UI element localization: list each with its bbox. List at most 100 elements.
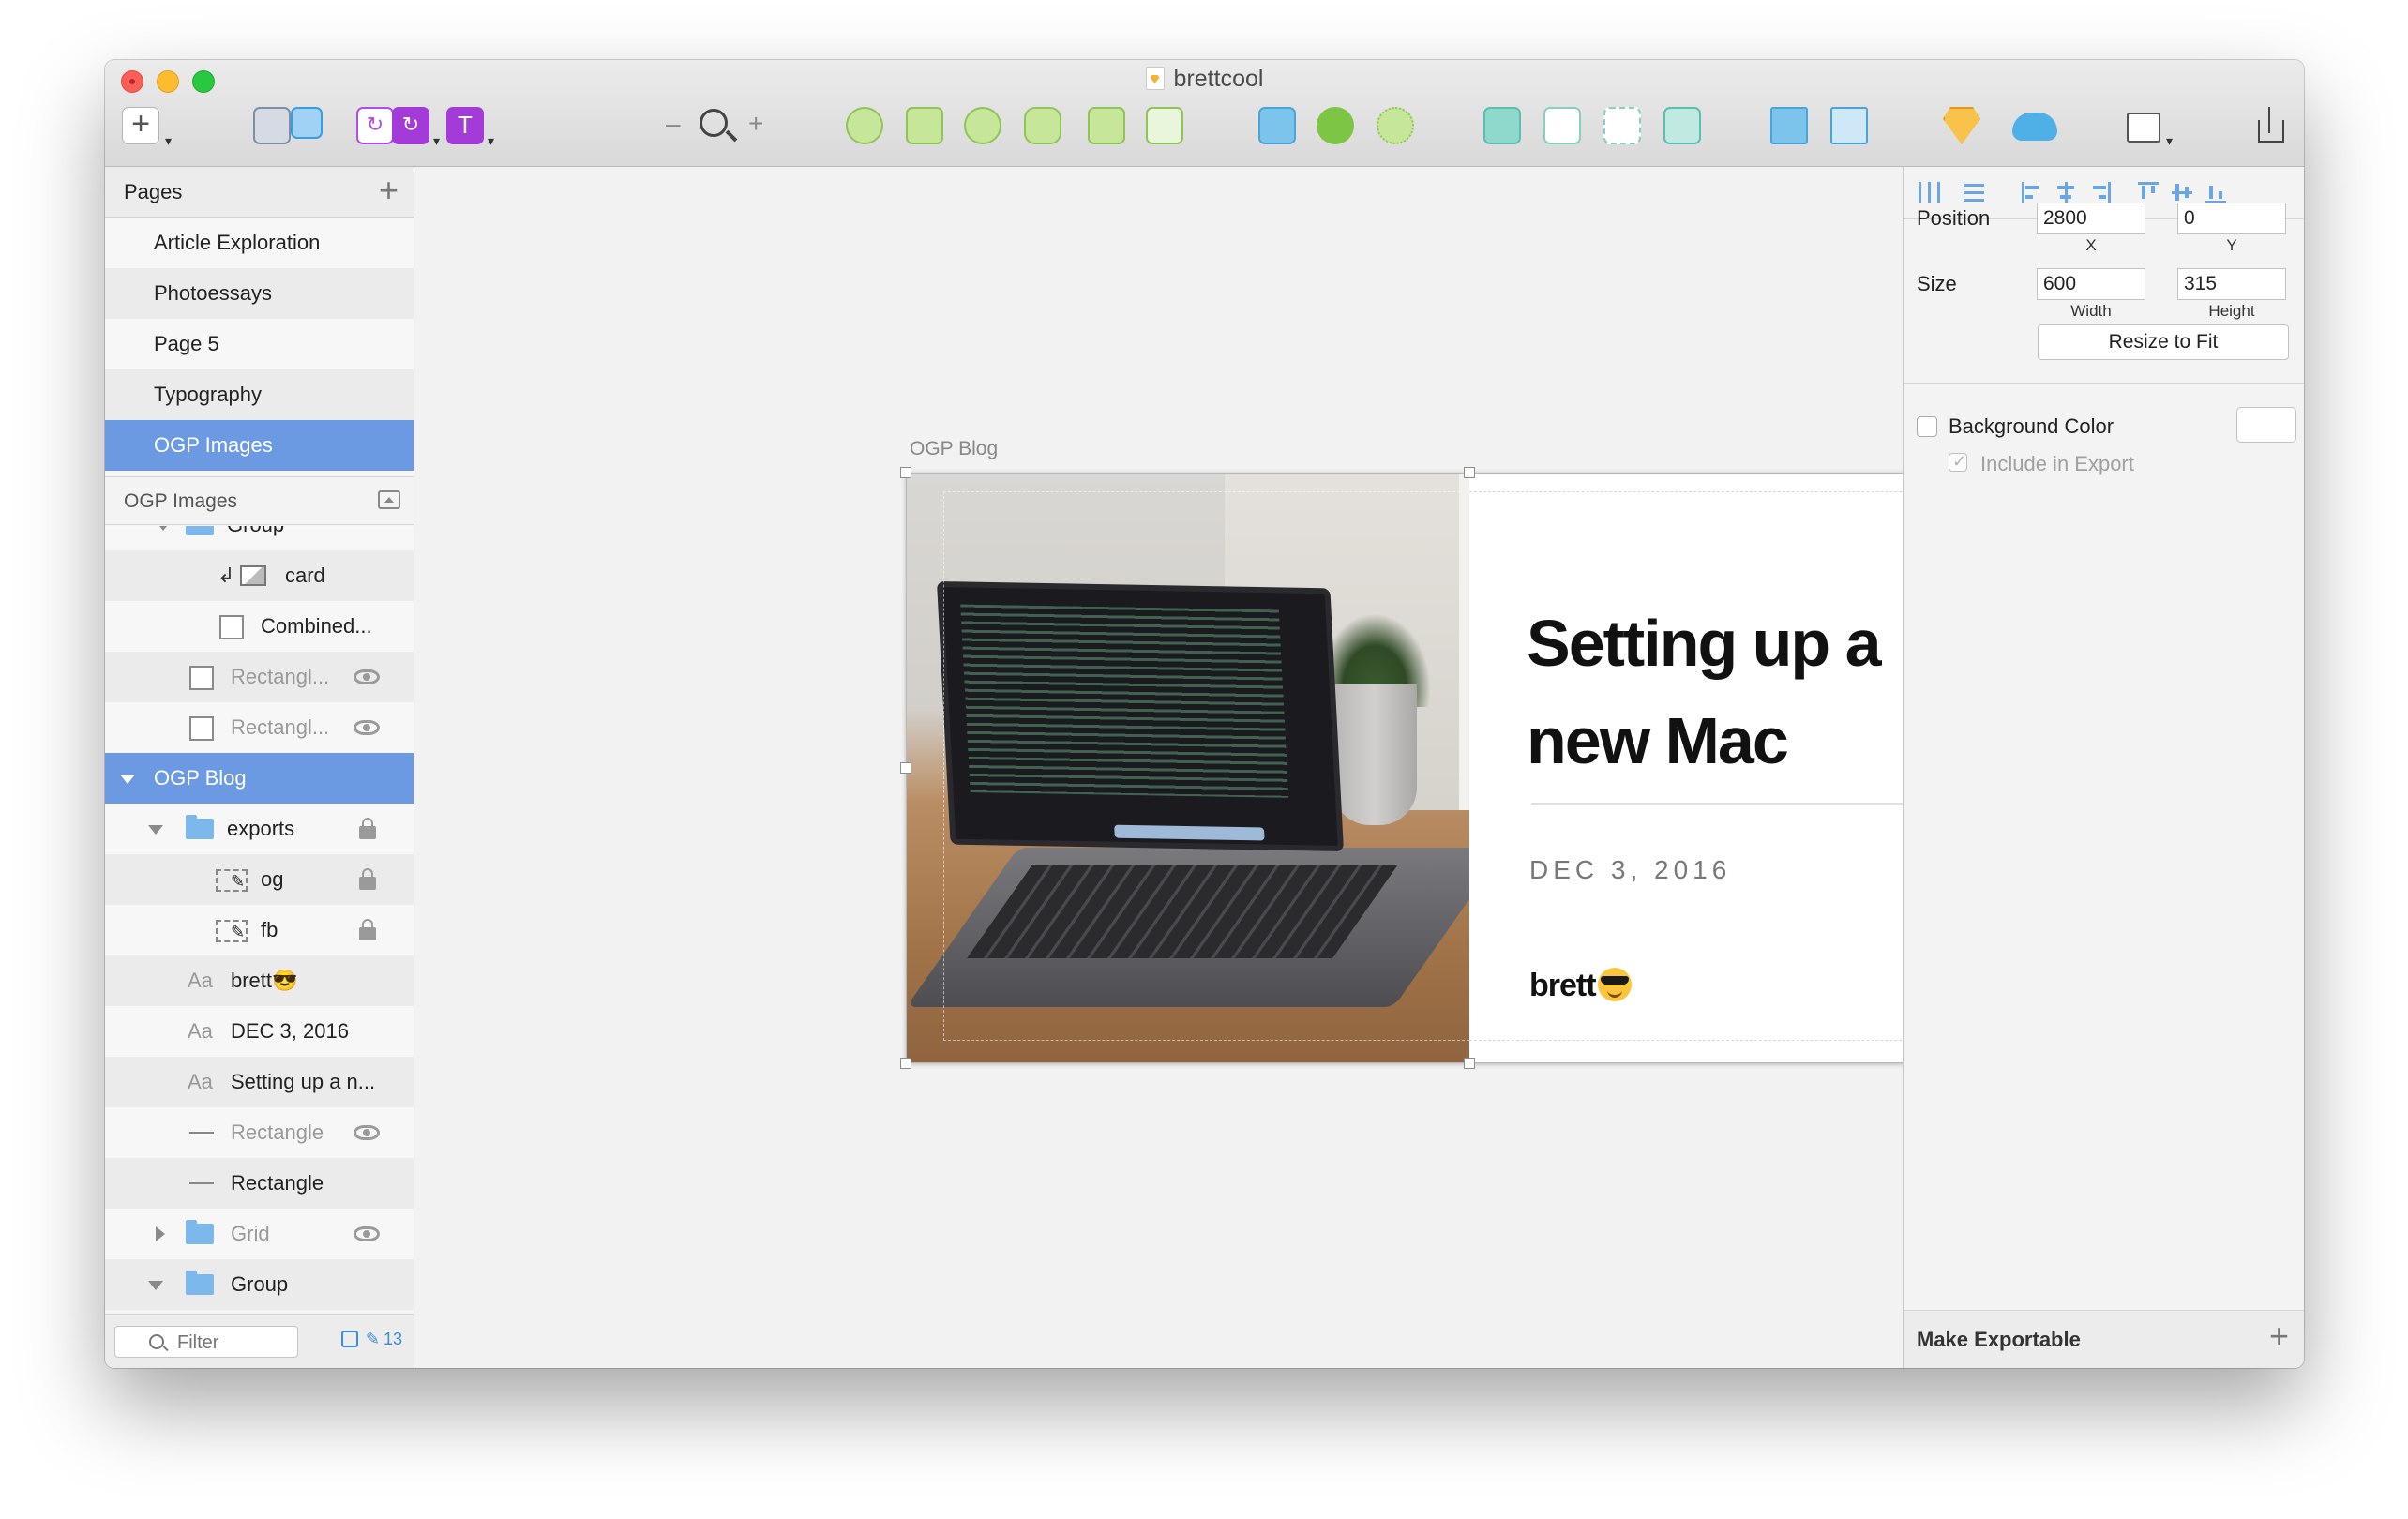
distribute-vertical-icon[interactable]	[1962, 180, 1986, 204]
layer-row[interactable]: Combined...	[105, 601, 414, 652]
page-item-selected[interactable]: OGP Images	[105, 420, 414, 471]
disclosure-triangle-icon[interactable]	[120, 775, 135, 784]
canvas[interactable]: OGP Blog Setting up a new Mac DEC 3, 201…	[415, 167, 2039, 1368]
visibility-eye-icon[interactable]	[354, 1226, 380, 1241]
symbols-dropdown-icon[interactable]: ▾	[433, 133, 440, 149]
filter-field[interactable]	[114, 1326, 298, 1358]
background-color-well[interactable]	[2236, 407, 2296, 443]
page-item[interactable]: Typography	[105, 369, 414, 420]
insert-dropdown-icon[interactable]: ▾	[165, 133, 172, 149]
align-top-icon[interactable]	[2136, 180, 2160, 204]
layer-row[interactable]: Aa brett😎	[105, 955, 414, 1006]
layer-row[interactable]: ↲ card	[105, 550, 414, 601]
text-tool-icon[interactable]: T	[446, 107, 484, 144]
zoom-in-icon[interactable]: +	[748, 109, 763, 139]
resize-handle[interactable]	[1464, 467, 1475, 478]
forward-icon[interactable]	[1483, 107, 1521, 144]
lock-icon[interactable]	[359, 919, 376, 940]
mask-icon[interactable]	[1088, 107, 1125, 144]
height-field[interactable]	[2177, 268, 2286, 300]
edit-icon[interactable]	[846, 107, 883, 144]
create-symbol-icon[interactable]: ↻	[356, 107, 394, 144]
symbols-icon[interactable]: ↻	[392, 107, 429, 144]
exclude-icon[interactable]	[1663, 107, 1701, 144]
width-field[interactable]	[2037, 268, 2145, 300]
view-panel-icon[interactable]	[2127, 113, 2160, 143]
visibility-eye-icon[interactable]	[354, 669, 380, 684]
layer-row[interactable]: og	[105, 854, 414, 905]
page-item[interactable]: Photoessays	[105, 268, 414, 319]
layer-row[interactable]: Aa Setting up a n...	[105, 1057, 414, 1107]
cloud-upload-icon[interactable]	[2012, 113, 2057, 141]
add-page-icon[interactable]: +	[379, 171, 399, 210]
difference-icon[interactable]	[1603, 107, 1641, 144]
lock-icon[interactable]	[359, 868, 376, 890]
zoom-out-icon[interactable]: –	[666, 109, 681, 139]
layer-row[interactable]: exports	[105, 804, 414, 854]
layer-row[interactable]: Group	[105, 1259, 414, 1310]
group-icon[interactable]	[253, 107, 291, 144]
y-position-field[interactable]	[2177, 203, 2286, 234]
resize-to-fit-button[interactable]: Resize to Fit	[2038, 324, 2289, 360]
send-backward-icon[interactable]	[1830, 107, 1868, 144]
view-dropdown-icon[interactable]: ▾	[2166, 133, 2173, 149]
scale-icon[interactable]	[1146, 107, 1183, 144]
disclosure-triangle-icon[interactable]	[148, 825, 163, 835]
artboard-title[interactable]: OGP Blog	[910, 438, 998, 460]
align-middle-icon[interactable]	[2170, 180, 2194, 204]
text-dropdown-icon[interactable]: ▾	[488, 133, 494, 149]
artboard-ogp-blog[interactable]: Setting up a new Mac DEC 3, 2016 brett	[900, 467, 2039, 1069]
brand-text[interactable]: brett	[1529, 968, 1632, 1004]
export-share-icon[interactable]	[2252, 107, 2290, 144]
disclosure-triangle-icon[interactable]	[156, 526, 171, 531]
filter-input[interactable]	[177, 1331, 290, 1355]
subtract-icon[interactable]	[1317, 107, 1354, 144]
ungroup-icon[interactable]	[291, 107, 323, 139]
layer-row[interactable]: fb	[105, 905, 414, 955]
align-center-icon[interactable]	[2054, 180, 2078, 204]
visibility-eye-icon[interactable]	[354, 720, 380, 735]
background-color-checkbox[interactable]	[1917, 416, 1937, 437]
layer-row-selected[interactable]: OGP Blog	[105, 753, 414, 804]
align-bottom-icon[interactable]	[2204, 180, 2228, 204]
page-item[interactable]: Page 5	[105, 319, 414, 369]
bring-forward-icon[interactable]	[1770, 107, 1808, 144]
divider-rectangle[interactable]	[1531, 803, 1910, 805]
layer-row[interactable]: Rectangl...	[105, 652, 414, 702]
sketch-cloud-icon[interactable]	[1943, 107, 1980, 144]
laptop-photo[interactable]	[906, 473, 1469, 1063]
insert-button[interactable]: +	[122, 107, 159, 144]
distribute-horizontal-icon[interactable]	[1917, 180, 1941, 204]
layer-row[interactable]: Grid	[105, 1209, 414, 1259]
date-text[interactable]: DEC 3, 2016	[1529, 855, 1731, 885]
layer-row[interactable]: Rectangle	[105, 1158, 414, 1209]
resize-handle[interactable]	[900, 1058, 911, 1069]
rotate-icon[interactable]	[964, 107, 1001, 144]
zoom-icon[interactable]	[700, 109, 728, 137]
disclosure-triangle-icon[interactable]	[156, 1226, 165, 1241]
resize-handle[interactable]	[900, 467, 911, 478]
x-position-field[interactable]	[2037, 203, 2145, 234]
resize-handle[interactable]	[1464, 1058, 1475, 1069]
page-item[interactable]: Article Exploration	[105, 218, 414, 268]
layer-row[interactable]: Group	[105, 526, 414, 550]
visibility-eye-icon[interactable]	[354, 1125, 380, 1140]
layer-row[interactable]: Aa DEC 3, 2016	[105, 1006, 414, 1057]
layer-row[interactable]: Rectangle	[105, 1107, 414, 1158]
flatten-icon[interactable]	[1024, 107, 1061, 144]
align-left-icon[interactable]	[2020, 180, 2044, 204]
include-in-export-checkbox[interactable]	[1949, 452, 1967, 472]
transform-icon[interactable]	[906, 107, 943, 144]
align-right-icon[interactable]	[2087, 180, 2112, 204]
copy-icon[interactable]	[340, 1331, 358, 1347]
backward-icon[interactable]	[1543, 107, 1581, 144]
pen-icon[interactable]: ✎	[366, 1330, 380, 1349]
disclosure-triangle-icon[interactable]	[148, 1281, 163, 1290]
intersect-icon[interactable]	[1377, 107, 1414, 144]
union-icon[interactable]	[1258, 107, 1296, 144]
resize-handle[interactable]	[900, 762, 911, 774]
layer-row[interactable]: Rectangl...	[105, 702, 414, 753]
add-export-icon[interactable]: +	[2269, 1316, 2289, 1356]
collapse-layers-icon[interactable]	[378, 490, 400, 509]
lock-icon[interactable]	[359, 818, 376, 839]
